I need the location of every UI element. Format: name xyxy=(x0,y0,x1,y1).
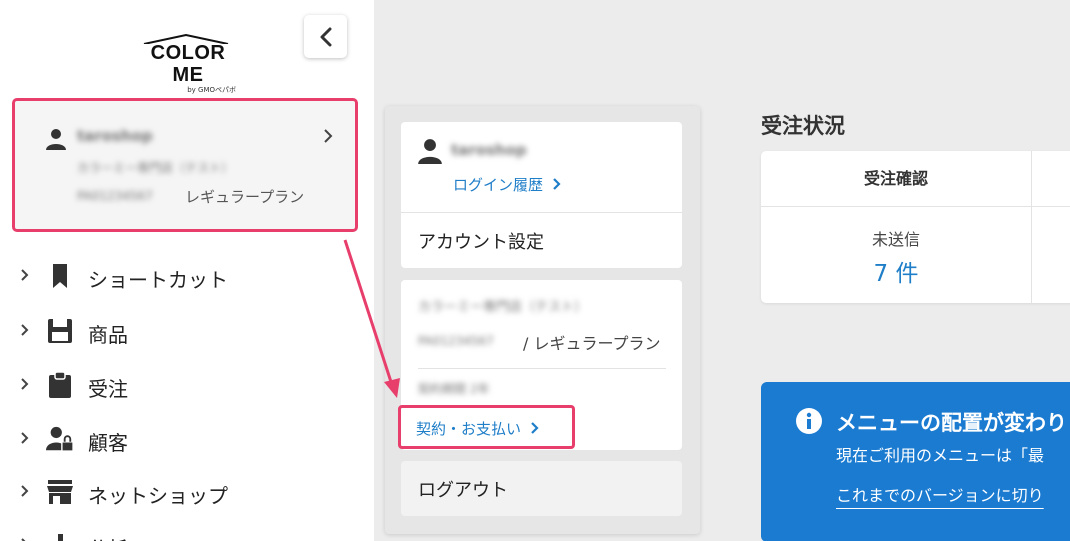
unsent-label: 未送信 xyxy=(871,230,920,249)
chevron-right-icon xyxy=(553,178,561,190)
sidebar-item-label: 商品 xyxy=(88,323,128,347)
chevron-right-icon xyxy=(531,422,539,434)
shop-id: PA01234567 xyxy=(418,334,494,348)
chevron-right-icon xyxy=(21,485,29,497)
person-icon xyxy=(46,129,66,150)
user-lock-icon xyxy=(46,425,74,453)
logout-card[interactable]: ログアウト xyxy=(401,461,682,516)
logout-button[interactable]: ログアウト xyxy=(418,476,508,502)
chevron-left-icon xyxy=(320,27,331,46)
unsent-count-link[interactable]: 7 件 xyxy=(761,254,1031,288)
person-icon xyxy=(418,139,442,164)
divider xyxy=(1031,151,1032,303)
sidebar-account-menu[interactable]: taroshop カラーミー専門店（テスト） PA01234567 レギュラープ… xyxy=(12,98,358,232)
info-icon xyxy=(796,408,822,434)
chevron-right-icon xyxy=(21,538,26,541)
chevron-right-icon xyxy=(21,324,29,336)
contract-highlight: 契約・お支払い xyxy=(398,405,575,449)
notice-title: メニューの配置が変わり xyxy=(836,411,1067,435)
color-me-logo[interactable]: COLOR ME by GMOペパボ xyxy=(136,34,240,94)
order-status-title: 受注状況 xyxy=(761,114,845,138)
sidebar-item-label: 顧客 xyxy=(88,431,128,455)
menu-change-notice: メニューの配置が変わり 現在ご利用のメニューは「最 これまでのバージョンに切り xyxy=(761,382,1070,541)
divider xyxy=(761,206,1070,207)
contract-payment-link[interactable]: 契約・お支払い xyxy=(416,418,540,439)
sidebar-item-label: 分析 xyxy=(88,533,128,541)
chart-icon xyxy=(46,531,74,541)
collapse-sidebar-button[interactable] xyxy=(304,15,347,58)
sidebar-item-orders[interactable]: 受注 xyxy=(0,364,374,404)
account-shop-name: カラーミー専門店（テスト） xyxy=(77,161,234,175)
login-history-label: ログイン履歴 xyxy=(453,176,544,194)
sidebar: COLOR ME by GMOペパボ taroshop カラーミー専門店（テスト… xyxy=(0,0,374,541)
chevron-right-icon xyxy=(21,432,29,444)
sidebar-item-label: ショートカット xyxy=(88,268,228,292)
shop-plan: / レギュラープラン xyxy=(523,334,661,353)
sidebar-item-analytics[interactable]: 分析 xyxy=(0,524,374,541)
store-icon xyxy=(46,478,74,506)
notice-text: 現在ご利用のメニューは「最 xyxy=(836,446,1045,465)
logo-text: COLOR ME xyxy=(150,42,226,86)
bookmark-icon xyxy=(46,262,74,290)
shop-card: カラーミー専門店（テスト） PA01234567 / レギュラープラン 契約期間… xyxy=(398,280,682,450)
sidebar-item-customers[interactable]: 顧客 xyxy=(0,418,374,458)
account-settings-link[interactable]: アカウント設定 xyxy=(418,228,544,254)
order-confirm-header: 受注確認 xyxy=(863,169,928,188)
chevron-right-icon xyxy=(324,129,333,143)
sidebar-item-shortcut[interactable]: ショートカット xyxy=(0,255,374,295)
logo-subtext: by GMOペパボ xyxy=(187,86,236,94)
account-popover: taroshop ログイン履歴 アカウント設定 カラーミー専門店（テスト） PA… xyxy=(385,106,700,534)
sidebar-item-label: 受注 xyxy=(88,377,128,401)
chevron-right-icon xyxy=(21,378,29,390)
clipboard-icon xyxy=(46,371,74,399)
notice-link[interactable]: これまでのバージョンに切り xyxy=(836,482,1044,506)
divider xyxy=(401,212,682,213)
sidebar-item-products[interactable]: 商品 xyxy=(0,310,374,350)
contract-payment-label: 契約・お支払い xyxy=(416,420,522,438)
order-status-card: 受注確認 未送信 7 件 xyxy=(761,151,1070,303)
shop-name: カラーミー専門店（テスト） xyxy=(418,300,588,315)
account-name: taroshop xyxy=(77,127,153,145)
sidebar-item-label: ネットショップ xyxy=(88,484,228,508)
save-icon xyxy=(46,317,74,345)
account-id: PA01234567 xyxy=(77,189,153,203)
sidebar-item-netshop[interactable]: ネットショップ xyxy=(0,471,374,511)
login-history-link[interactable]: ログイン履歴 xyxy=(453,174,562,195)
account-card: taroshop ログイン履歴 アカウント設定 xyxy=(401,122,682,268)
contract-info: 契約期間 2年 xyxy=(418,382,490,396)
account-name: taroshop xyxy=(451,141,527,159)
divider xyxy=(418,368,666,369)
account-plan: レギュラープラン xyxy=(185,188,305,206)
chevron-right-icon xyxy=(21,269,29,281)
